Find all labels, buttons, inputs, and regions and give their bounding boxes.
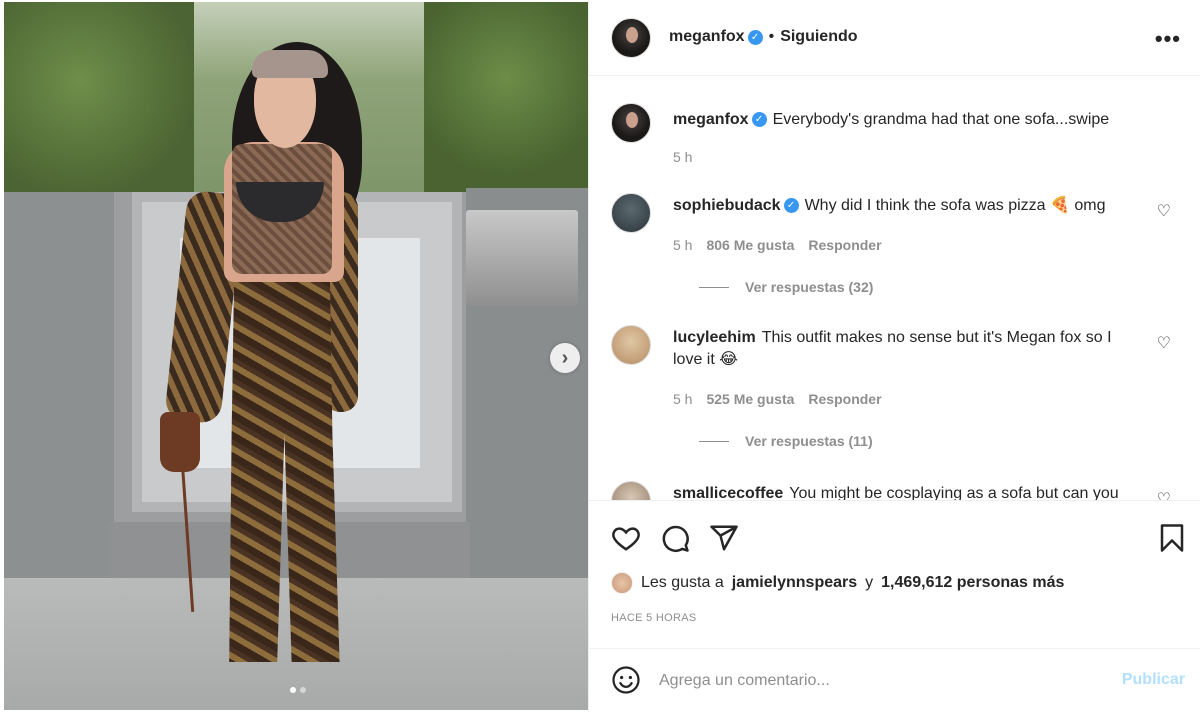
comment-meta: 5 h 806 Me gusta Responder: [673, 237, 882, 253]
post-details-panel: meganfox ✓ • Siguiendo ••• meganfox ✓ Ever…: [588, 0, 1200, 712]
post-timestamp[interactable]: HACE 5 HORAS: [611, 612, 697, 624]
comment-item: smallicecoffee You might be cosplaying as…: [611, 481, 1171, 500]
chevron-right-icon: ›: [561, 346, 569, 369]
view-replies-button[interactable]: Ver respuestas (32): [699, 279, 873, 295]
carousel-dot-active: [290, 687, 296, 693]
comment-text-block: sophiebudack ✓ Why did I think the sofa wa…: [673, 195, 1153, 217]
verified-badge-icon: ✓: [783, 198, 799, 214]
carousel-next-button[interactable]: ›: [550, 343, 580, 373]
comment-input[interactable]: [659, 667, 1099, 695]
likes-summary: Les gusta a jamielynnspears y 1,469,612 …: [611, 572, 1064, 594]
commenter-avatar[interactable]: [611, 481, 651, 500]
pillar-left: [4, 192, 114, 582]
comment-time[interactable]: 5 h: [673, 391, 692, 407]
comment-item: sophiebudack ✓ Why did I think the sofa wa…: [611, 193, 1171, 303]
comment-reply-button[interactable]: Responder: [808, 237, 881, 253]
comment-like-heart-icon[interactable]: ♡: [1157, 489, 1171, 500]
caption-time[interactable]: 5 h: [673, 149, 692, 165]
view-replies-label: Ver respuestas (32): [745, 279, 874, 295]
comment-text: Why did I think the sofa was pizza 🍕 omg: [804, 197, 1106, 214]
comment-username[interactable]: lucyleehim: [673, 329, 756, 346]
caption-row: meganfox ✓ Everybody's grandma had that on…: [611, 103, 1171, 173]
view-replies-button[interactable]: Ver respuestas (11): [699, 433, 873, 449]
commenter-avatar[interactable]: [611, 325, 651, 365]
replies-line: [699, 286, 729, 288]
post-header: meganfox ✓ • Siguiendo •••: [589, 0, 1200, 76]
person-figure: [160, 42, 364, 672]
post-image[interactable]: ›: [4, 2, 588, 710]
caption-text: Everybody's grandma had that one sofa...…: [772, 111, 1110, 128]
comment-text: You might be cosplaying as a sofa but ca…: [789, 485, 1119, 500]
hedge-left: [4, 2, 194, 202]
comment-reply-button[interactable]: Responder: [808, 391, 881, 407]
carousel-indicator: [290, 687, 306, 693]
replies-line: [699, 440, 729, 442]
more-horizontal-icon[interactable]: •••: [1155, 26, 1181, 52]
comment-likes-count[interactable]: 525 Me gusta: [706, 391, 794, 407]
share-send-icon[interactable]: [709, 523, 739, 553]
author-info: meganfox ✓ • Siguiendo: [669, 28, 858, 46]
caption-avatar[interactable]: [611, 103, 651, 143]
head-scarf: [252, 50, 328, 78]
patterned-pants: [229, 282, 340, 662]
publish-button[interactable]: Publicar: [1122, 671, 1185, 689]
caption-username[interactable]: meganfox: [673, 111, 749, 128]
comment-text-block: smallicecoffee You might be cosplaying as…: [673, 483, 1153, 500]
comment-username[interactable]: sophiebudack: [673, 197, 781, 214]
separator-dot: •: [768, 28, 775, 45]
hedge-right: [424, 2, 588, 192]
comment-meta: 5 h 525 Me gusta Responder: [673, 391, 882, 407]
bookmark-icon[interactable]: [1157, 523, 1187, 553]
liker-avatar[interactable]: [611, 572, 633, 594]
verified-badge-icon: ✓: [747, 29, 763, 45]
comment-item: lucyleehim This outfit makes no sense but…: [611, 325, 1171, 455]
comment-likes-count[interactable]: 806 Me gusta: [706, 237, 794, 253]
liker-username[interactable]: jamielynnspears: [732, 574, 857, 592]
emoji-smiley-icon[interactable]: [611, 665, 641, 695]
caption-text-block: meganfox ✓ Everybody's grandma had that on…: [673, 109, 1153, 131]
likes-others-count[interactable]: 1,469,612 personas más: [881, 574, 1064, 592]
like-heart-icon[interactable]: [611, 523, 641, 553]
view-replies-label: Ver respuestas (11): [745, 433, 873, 449]
caption-meta: 5 h: [673, 149, 692, 165]
likes-joiner: y: [865, 574, 874, 591]
mailbox: [466, 210, 578, 306]
comment-time[interactable]: 5 h: [673, 237, 692, 253]
comment-like-heart-icon[interactable]: ♡: [1157, 201, 1171, 221]
comment-bubble-icon[interactable]: [660, 523, 690, 553]
add-comment-bar: Publicar: [589, 648, 1200, 712]
comment-like-heart-icon[interactable]: ♡: [1157, 333, 1171, 353]
follow-status-button[interactable]: Siguiendo: [780, 28, 857, 46]
author-username[interactable]: meganfox: [669, 28, 745, 46]
bag-strap: [180, 462, 195, 612]
verified-badge-icon: ✓: [751, 112, 767, 128]
comment-username[interactable]: smallicecoffee: [673, 485, 783, 500]
author-avatar[interactable]: [611, 18, 651, 58]
comments-list[interactable]: meganfox ✓ Everybody's grandma had that on…: [589, 77, 1200, 500]
likes-prefix: Les gusta a: [641, 574, 724, 591]
post-actions: [589, 500, 1200, 580]
commenter-avatar[interactable]: [611, 193, 651, 233]
carousel-dot: [300, 687, 306, 693]
comment-text-block: lucyleehim This outfit makes no sense but…: [673, 327, 1143, 371]
